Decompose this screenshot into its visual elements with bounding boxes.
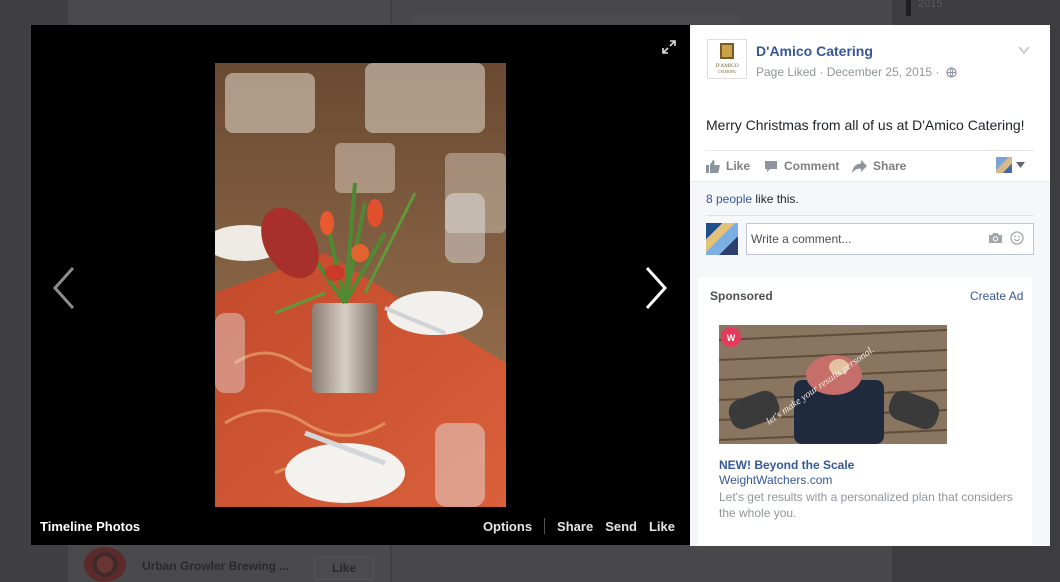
caret-down-icon	[1016, 162, 1025, 168]
svg-text:D'AMICO: D'AMICO	[715, 63, 738, 69]
background-year-label: 2015	[918, 0, 943, 10]
background-timeline-marker	[906, 0, 911, 16]
post-as-selector[interactable]	[996, 157, 1025, 173]
share-button[interactable]: Share	[852, 159, 906, 173]
post-text: Merry Christmas from all of us at D'Amic…	[706, 117, 1025, 133]
page-logo[interactable]: D'AMICO CATERING	[707, 39, 747, 79]
send-photo-button[interactable]: Send	[605, 519, 637, 534]
comment-button[interactable]: Comment	[764, 159, 839, 173]
ad-title-link[interactable]: NEW! Beyond the Scale	[719, 458, 854, 472]
options-button[interactable]: Options	[483, 519, 532, 534]
background-post-header	[412, 14, 742, 24]
share-label: Share	[873, 159, 907, 173]
photo-actions: Options Share Send Like	[471, 518, 675, 534]
likes-count-link[interactable]: 8 people	[706, 192, 752, 206]
expand-icon[interactable]	[662, 40, 676, 54]
globe-icon	[946, 67, 957, 78]
background-post-card-bottom	[392, 544, 892, 582]
chevron-down-icon[interactable]	[1017, 43, 1031, 57]
photo-theater: Timeline Photos Options Share Send Like	[31, 25, 690, 545]
next-photo-arrow-icon[interactable]	[641, 263, 671, 313]
comment-box	[746, 223, 1034, 255]
previous-photo-arrow-icon[interactable]	[49, 263, 79, 313]
ad-domain-link[interactable]: WeightWatchers.com	[719, 473, 832, 487]
likes-suffix: like this.	[752, 192, 799, 206]
like-button[interactable]: Like	[706, 159, 750, 173]
album-title[interactable]: Timeline Photos	[40, 519, 140, 534]
divider	[706, 215, 1034, 216]
ad-image[interactable]: W let's make your results personal.	[719, 325, 947, 444]
create-ad-link[interactable]: Create Ad	[970, 289, 1023, 303]
like-label: Like	[726, 159, 751, 173]
page-name-link[interactable]: D'Amico Catering	[756, 43, 873, 59]
background-like-button: Like	[314, 556, 374, 580]
commenter-avatar	[706, 223, 738, 255]
thumbs-up-icon	[706, 159, 720, 173]
post-action-bar: Like Comment Share	[706, 150, 1034, 181]
avatar	[996, 157, 1012, 173]
svg-text:W: W	[727, 333, 736, 343]
likes-summary: 8 people like this.	[706, 192, 799, 206]
post-meta: Page Liked · December 25, 2015 ·	[756, 65, 957, 79]
comment-input[interactable]	[747, 224, 971, 254]
comment-label: Comment	[784, 159, 840, 173]
camera-icon[interactable]	[988, 232, 1003, 244]
photo-image[interactable]	[215, 63, 506, 507]
sponsored-label: Sponsored	[710, 289, 773, 303]
comment-icon	[765, 160, 777, 172]
emoji-icon[interactable]	[1010, 231, 1024, 245]
like-photo-button[interactable]: Like	[649, 519, 675, 534]
svg-text:CATERING: CATERING	[718, 70, 737, 74]
background-page-name: Urban Growler Brewing ...	[142, 559, 290, 573]
share-icon	[852, 159, 867, 173]
share-photo-button[interactable]: Share	[557, 519, 593, 534]
post-meta-text[interactable]: Page Liked · December 25, 2015 ·	[756, 65, 939, 79]
divider	[544, 518, 546, 534]
background-avatar	[84, 547, 126, 582]
ad-description: Let's get results with a personalized pl…	[719, 490, 1013, 520]
post-side-panel: D'AMICO CATERING D'Amico Catering Page L…	[690, 25, 1050, 546]
